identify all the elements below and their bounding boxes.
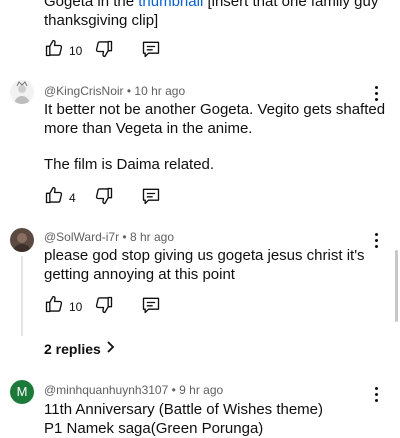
more-vert-icon[interactable] (375, 233, 379, 251)
comment-2-text-line2: getting annoying at this point (44, 266, 235, 283)
view-replies-button[interactable]: 2 replies (44, 340, 115, 358)
timestamp: 9 hr ago (179, 383, 224, 397)
comment-0-text-post: [insert that one family guy (203, 0, 379, 10)
thumbs-up-icon (44, 38, 64, 63)
dislike-button[interactable] (94, 39, 114, 64)
comment-3-header: @minhquanhuynh3107 • 9 hr ago (44, 383, 224, 397)
thumbnail-link[interactable]: thumbnail (138, 0, 203, 10)
comment-1-header: @KingCrisNoir • 10 hr ago (44, 84, 186, 98)
like-count: 10 (69, 43, 83, 58)
like-count: 10 (69, 299, 83, 314)
reply-comment-icon (141, 188, 161, 210)
thumbs-up-icon (44, 294, 64, 319)
replies-label: 2 replies (44, 341, 101, 357)
comment-0-text-pre: Gogeta in the (44, 0, 139, 10)
thumbs-down-icon (94, 296, 114, 319)
scrollbar[interactable] (395, 250, 398, 322)
comment-3-text-line2: P1 Namek saga(Green Porunga) (44, 420, 264, 437)
comment-0-text-line2: thanksgiving clip] (44, 12, 159, 29)
avatar[interactable] (10, 228, 34, 252)
timestamp: 10 hr ago (134, 84, 186, 98)
like-button[interactable]: 10 (44, 38, 82, 63)
like-count: 4 (69, 190, 76, 205)
timestamp: 8 hr ago (129, 230, 175, 244)
comment-1-text-line2: more than Vegeta in the anime. (44, 120, 253, 137)
more-vert-icon[interactable] (375, 387, 379, 405)
author-handle[interactable]: @SolWard-i7r (44, 230, 119, 244)
author-handle[interactable]: @minhquanhuynh3107 (44, 383, 168, 397)
chevron-right-icon (105, 340, 115, 358)
comment-1-text-line1: It better not be another Gogeta. Vegito … (44, 101, 386, 118)
comment-2-text-line1: please god stop giving us gogeta jesus c… (44, 247, 365, 264)
comment-3-text-line1: 11th Anniversary (Battle of Wishes theme… (44, 401, 324, 418)
avatar[interactable]: M (10, 380, 34, 404)
thumbs-down-icon (94, 40, 114, 63)
author-handle[interactable]: @KingCrisNoir (44, 84, 124, 98)
comment-2-header: @SolWard-i7r • 8 hr ago (44, 230, 175, 244)
like-button[interactable]: 10 (44, 294, 82, 319)
comment-0-text-line1: Gogeta in the thumbnail [insert that one… (44, 0, 378, 11)
comment-1-text-line3: The film is Daima related. (44, 156, 215, 173)
like-button[interactable]: 4 (44, 185, 76, 210)
reply-button[interactable] (141, 39, 161, 64)
dislike-button[interactable] (94, 186, 114, 211)
thumbs-up-icon (44, 185, 64, 210)
reply-button[interactable] (141, 186, 161, 211)
thread-line (21, 256, 23, 336)
reply-button[interactable] (141, 295, 161, 320)
dislike-button[interactable] (94, 295, 114, 320)
reply-comment-icon (141, 41, 161, 63)
thumbs-down-icon (94, 187, 114, 210)
avatar[interactable] (10, 80, 34, 104)
reply-comment-icon (141, 297, 161, 319)
